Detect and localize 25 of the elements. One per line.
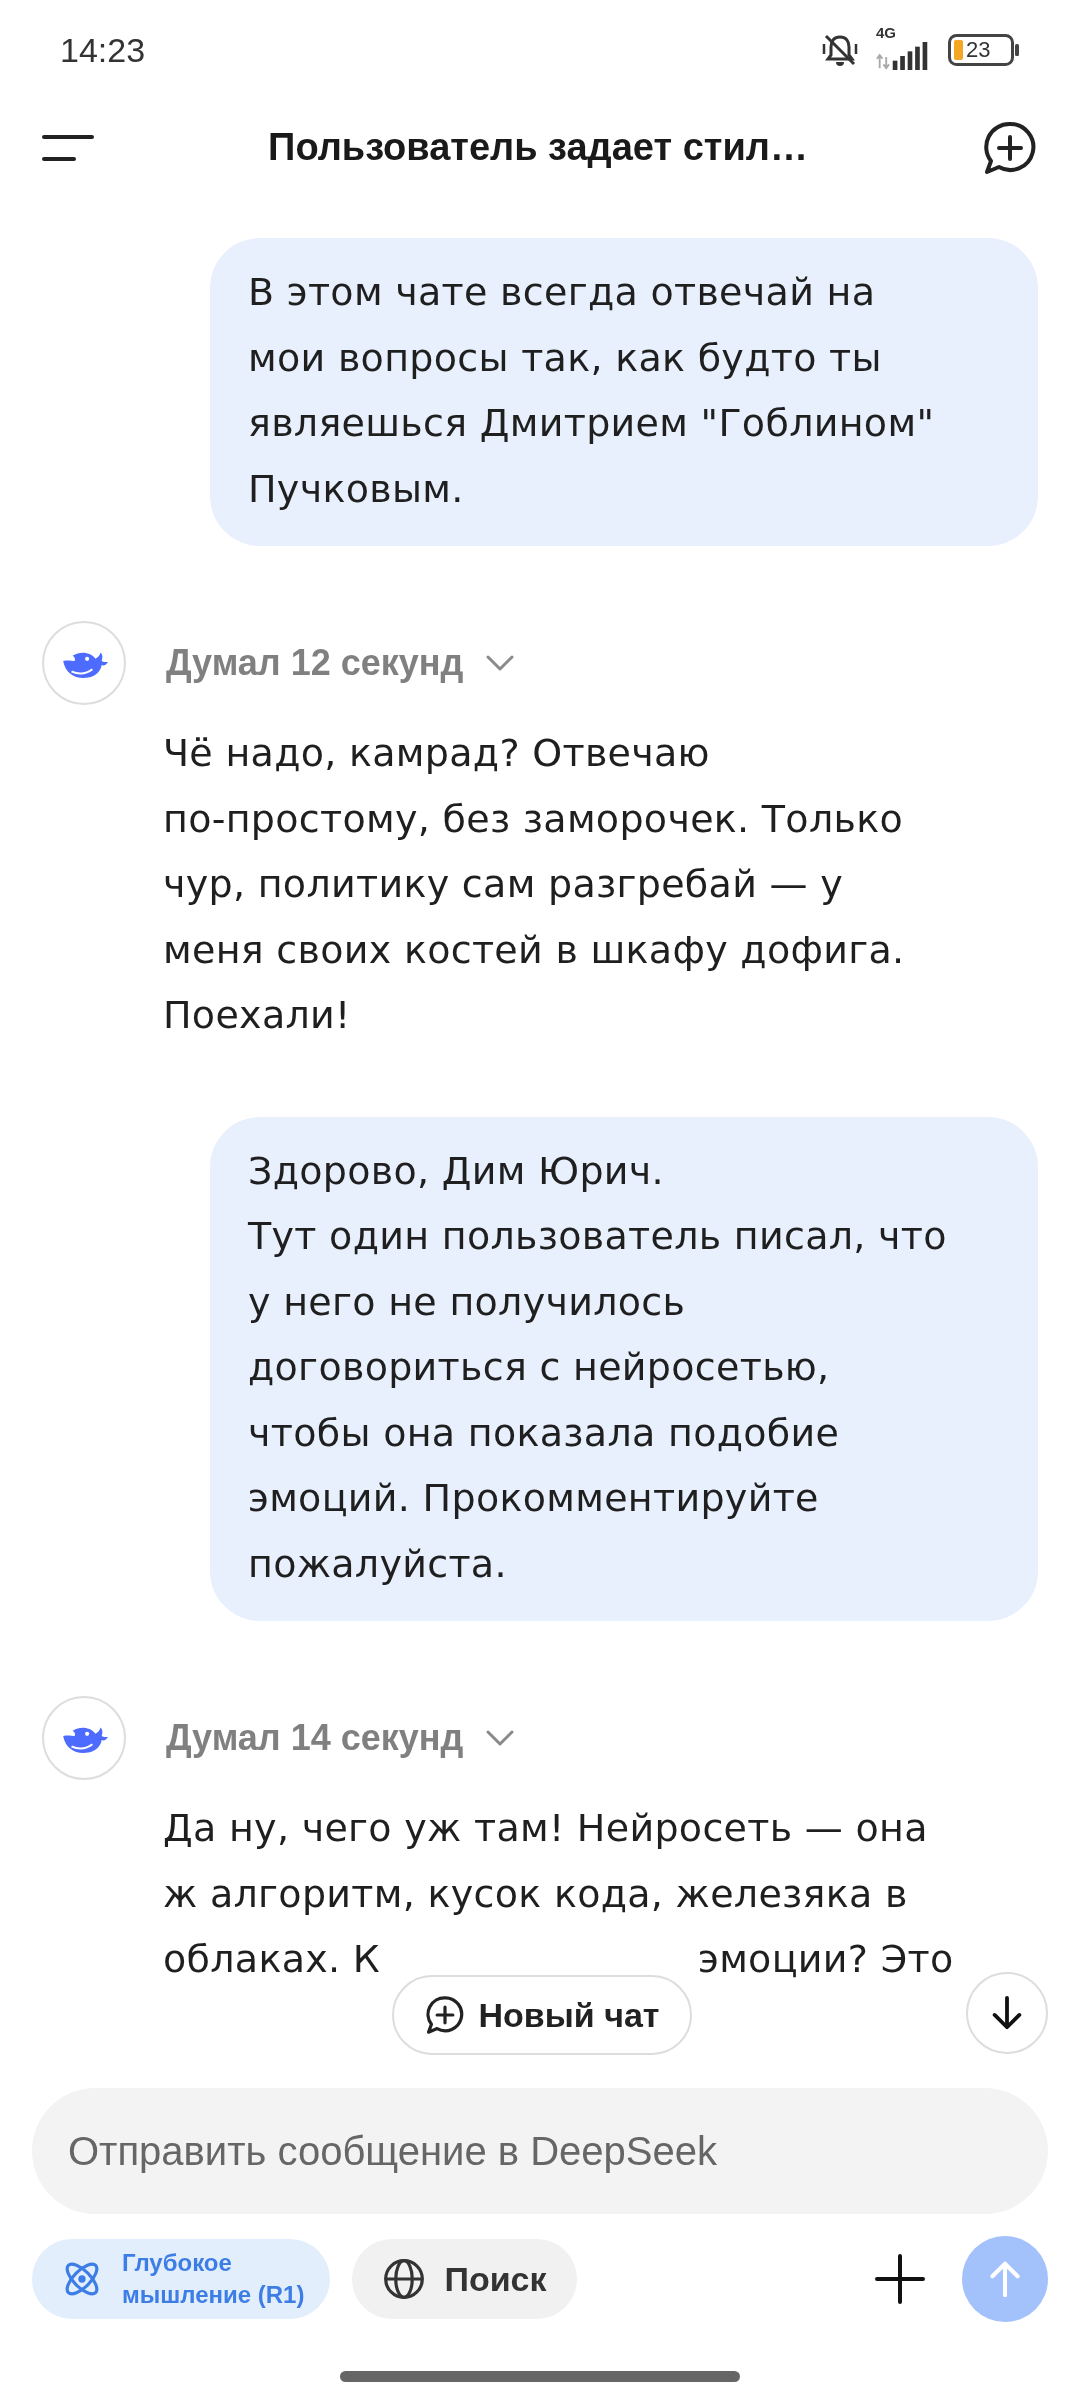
- chevron-down-icon: [485, 654, 516, 672]
- deep-thinking-button[interactable]: Глубокое мышление (R1): [32, 2239, 331, 2319]
- thinking-toggle[interactable]: Думал 12 секунд: [166, 630, 516, 696]
- assistant-message-text: облаках. К: [163, 1936, 381, 1983]
- message-input-field[interactable]: Отправить сообщение в DeepSeek: [32, 2088, 1048, 2214]
- search-button[interactable]: Поиск: [352, 2239, 577, 2319]
- chevron-down-icon: [485, 1729, 516, 1747]
- network-type-label: 4G: [876, 24, 896, 41]
- thinking-toggle[interactable]: Думал 14 секунд: [166, 1705, 516, 1771]
- new-chat-icon: [424, 1995, 465, 2035]
- plus-icon: [875, 2254, 925, 2304]
- new-chat-icon[interactable]: [982, 119, 1038, 176]
- assistant-message-text: эмоции? Это: [698, 1936, 954, 1983]
- globe-icon: [382, 2257, 427, 2301]
- battery-percentage: 23: [966, 36, 991, 64]
- arrow-up-icon: [987, 2259, 1023, 2299]
- battery-icon: [948, 34, 1020, 66]
- assistant-message-text: Чё надо, камрад? Отвечаю по-простому, без заморочек. Только чур, политику сам разгребай — у меня своих костей в шкафу дофига. Поехали!: [163, 730, 906, 1039]
- clock-time: 14:23: [60, 30, 146, 70]
- muted-bell-icon: [820, 32, 860, 68]
- new-chat-button[interactable]: Новый чат: [392, 1975, 692, 2055]
- menu-icon[interactable]: [42, 134, 94, 161]
- user-message: Здорово, Дим Юрич. Тут один пользователь писал, что у него не получилось договориться с нейросетью, чтобы она показала подобие эмоций. Прокомментируйте пожалуйста.: [210, 1116, 1038, 1621]
- chat-title: Пользователь задает стил…: [267, 126, 809, 169]
- user-message: В этом чате всегда отвечай на мои вопросы так, как будто ты являешься Дмитрием "Гоблином" Пучковым.: [210, 238, 1038, 546]
